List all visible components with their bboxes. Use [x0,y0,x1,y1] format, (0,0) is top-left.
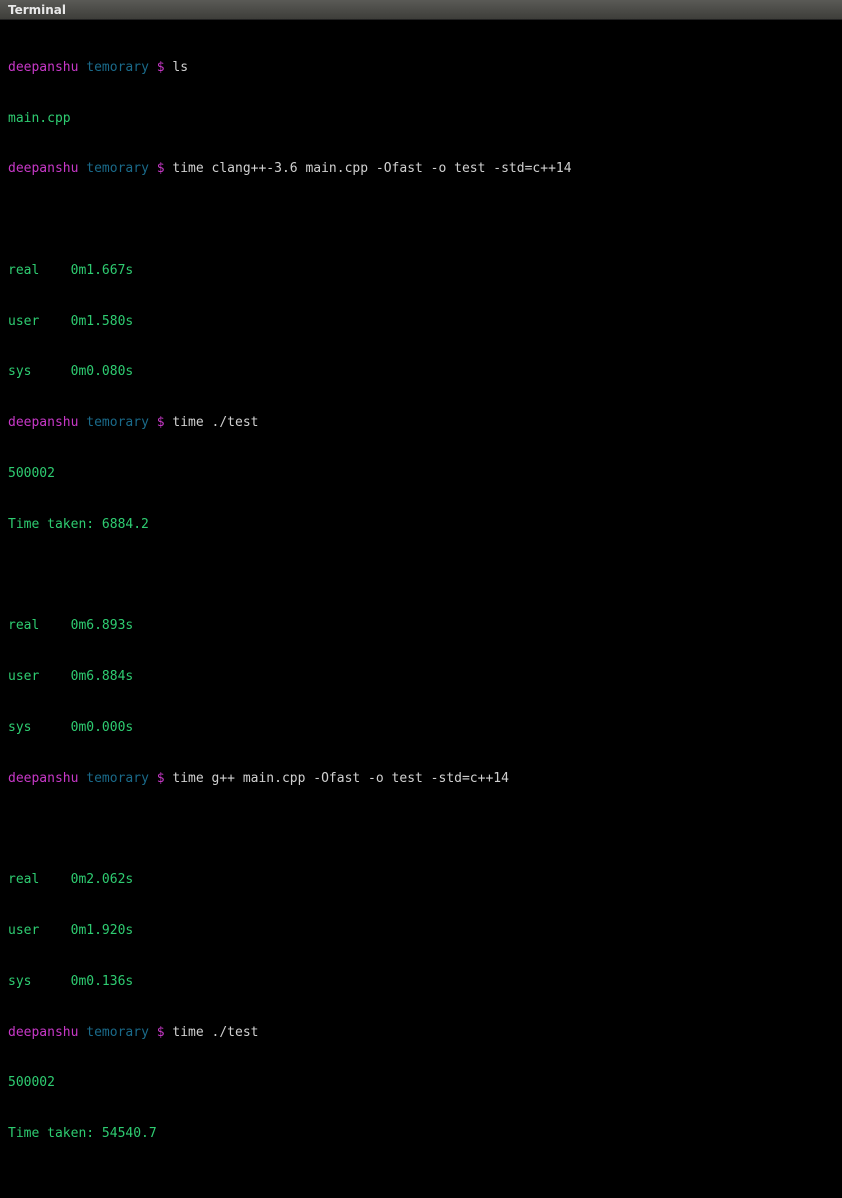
output-line: 500002 [8,466,834,483]
prompt-symbol: $ [157,771,165,786]
output-line: sys 0m0.136s [8,974,834,991]
prompt-line: deepanshu temorary $ time clang++-3.6 ma… [8,161,834,178]
output-line: Time taken: 54540.7 [8,1126,834,1143]
command-text: time g++ main.cpp -Ofast -o test -std=c+… [172,771,509,786]
output-line: main.cpp [8,111,834,128]
prompt-user: deepanshu [8,60,78,75]
output-line: real 0m1.667s [8,263,834,280]
output-line: sys 0m0.000s [8,720,834,737]
output-line: user 0m6.884s [8,669,834,686]
command-text: ls [172,60,188,75]
output-line: sys 0m0.080s [8,364,834,381]
prompt-symbol: $ [157,415,165,430]
blank-line [8,568,834,585]
prompt-symbol: $ [157,1025,165,1040]
command-text: time ./test [172,1025,258,1040]
output-line: Time taken: 6884.2 [8,517,834,534]
output-line: user 0m1.920s [8,923,834,940]
command-text: time ./test [172,415,258,430]
window-title: Terminal [8,3,66,17]
prompt-symbol: $ [157,161,165,176]
prompt-user: deepanshu [8,771,78,786]
prompt-dir: temorary [86,1025,149,1040]
prompt-dir: temorary [86,771,149,786]
prompt-user: deepanshu [8,1025,78,1040]
prompt-user: deepanshu [8,161,78,176]
terminal-body[interactable]: deepanshu temorary $ ls main.cpp deepans… [0,20,842,1198]
prompt-dir: temorary [86,60,149,75]
window-titlebar[interactable]: Terminal [0,0,842,20]
blank-line [8,822,834,839]
output-line: real 0m2.062s [8,872,834,889]
output-line: real 0m6.893s [8,618,834,635]
output-line: 500002 [8,1075,834,1092]
output-line: user 0m1.580s [8,314,834,331]
prompt-symbol: $ [157,60,165,75]
prompt-line: deepanshu temorary $ time g++ main.cpp -… [8,771,834,788]
prompt-line: deepanshu temorary $ ls [8,60,834,77]
command-text: time clang++-3.6 main.cpp -Ofast -o test… [172,161,571,176]
blank-line [8,1177,834,1194]
prompt-line: deepanshu temorary $ time ./test [8,1025,834,1042]
blank-line [8,212,834,229]
prompt-user: deepanshu [8,415,78,430]
prompt-dir: temorary [86,415,149,430]
prompt-dir: temorary [86,161,149,176]
prompt-line: deepanshu temorary $ time ./test [8,415,834,432]
